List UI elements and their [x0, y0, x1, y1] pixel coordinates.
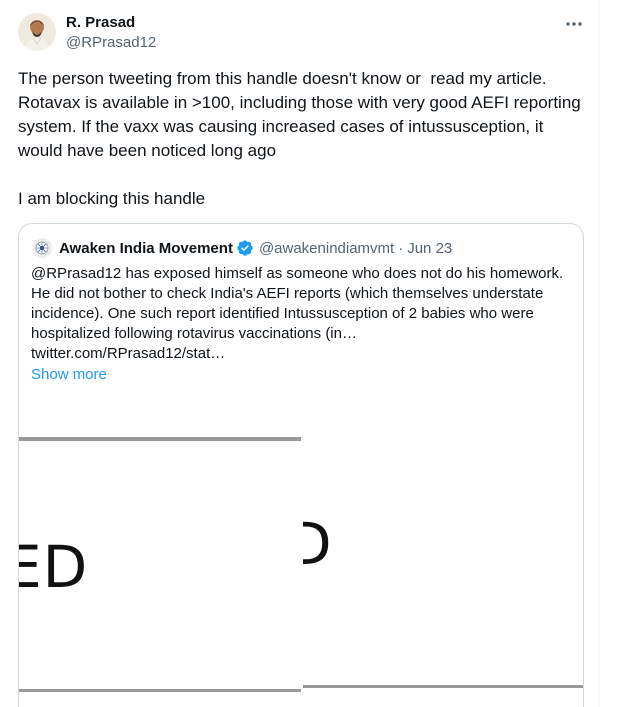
quoted-tweet[interactable]: Awaken India Movement @awakenindiamvmt ·…	[18, 223, 584, 707]
quoted-tweet-header: Awaken India Movement @awakenindiamvmt ·…	[32, 237, 452, 259]
image-rule	[19, 437, 301, 441]
quoted-tweet-text: @RPrasad12 has exposed himself as someon…	[31, 265, 564, 362]
author-name[interactable]: R. Prasad	[66, 14, 135, 32]
quoted-author-avatar[interactable]	[32, 238, 52, 258]
quoted-author-handle[interactable]: @awakenindiamvmt	[259, 240, 394, 257]
quoted-author-name[interactable]: Awaken India Movement	[59, 240, 233, 257]
more-horizontal-icon	[566, 22, 582, 26]
tweet: R. Prasad @RPrasad12 The person tweeting…	[0, 0, 600, 707]
image-text: ED	[19, 533, 89, 601]
media-image-right[interactable]: D	[303, 437, 583, 707]
author-avatar[interactable]	[18, 13, 56, 51]
quoted-tweet-media[interactable]: ED D	[19, 437, 583, 707]
media-image-left[interactable]: ED	[19, 437, 301, 707]
show-more-link[interactable]: Show more	[31, 365, 107, 385]
profile-photo-icon	[18, 13, 56, 51]
emblem-icon	[35, 241, 49, 255]
image-text: D	[303, 515, 333, 573]
more-options-button[interactable]	[562, 12, 586, 36]
image-rule	[19, 689, 301, 692]
quoted-tweet-date[interactable]: Jun 23	[407, 240, 452, 257]
author-handle[interactable]: @RPrasad12	[66, 34, 156, 52]
meta-separator: ·	[398, 239, 404, 257]
tweet-text: The person tweeting from this handle doe…	[18, 69, 581, 208]
verified-badge-icon	[237, 240, 253, 256]
image-rule	[303, 685, 583, 688]
